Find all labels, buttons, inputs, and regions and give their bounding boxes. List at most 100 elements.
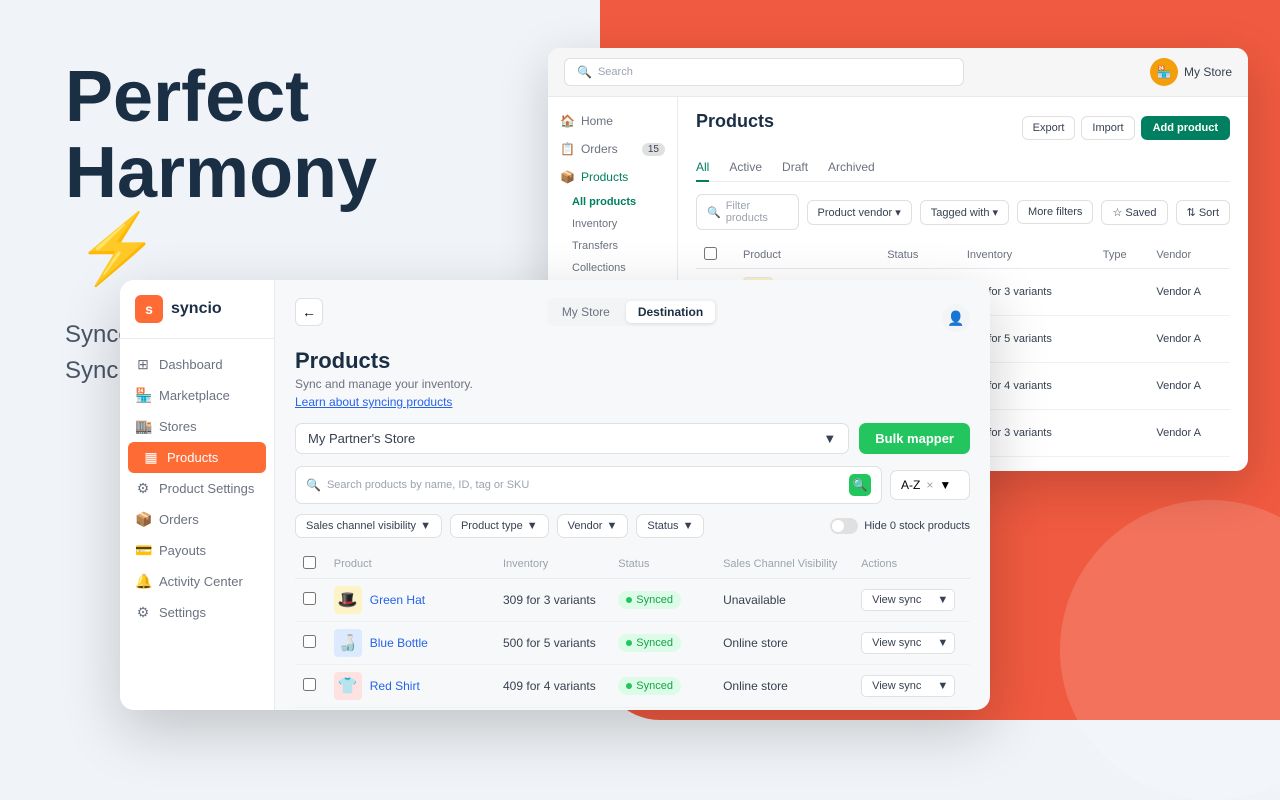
row-checkbox[interactable] bbox=[303, 592, 316, 605]
orders-badge: 15 bbox=[642, 143, 665, 156]
sh-tab-active[interactable]: Active bbox=[729, 154, 762, 182]
product-cell: 🍶 Blue Bottle bbox=[334, 629, 487, 657]
syncio-page-subtitle: Sync and manage your inventory. bbox=[295, 377, 970, 391]
sidebar-item-products[interactable]: ▦Products bbox=[128, 442, 266, 473]
sort-button[interactable]: ⇅ Sort bbox=[1176, 200, 1230, 225]
sh-tab-draft[interactable]: Draft bbox=[782, 154, 808, 182]
table-row: 👕 Red Shirt 409 for 4 variants Synced On… bbox=[295, 665, 970, 708]
bulk-mapper-button[interactable]: Bulk mapper bbox=[859, 423, 970, 454]
action-caret-button[interactable]: ▼ bbox=[931, 589, 955, 611]
search-icon: 🔍 bbox=[306, 478, 321, 492]
shopify-search-box[interactable]: 🔍 Search bbox=[564, 58, 964, 86]
product-cell: 🎩 Green Hat bbox=[334, 586, 487, 614]
store-selector-label: My Partner's Store bbox=[308, 431, 415, 446]
sidebar-item-payouts[interactable]: 💳Payouts bbox=[120, 535, 274, 566]
action-main-button[interactable]: View sync bbox=[861, 589, 931, 611]
store-tab-mystore[interactable]: My Store bbox=[550, 301, 622, 323]
sh-sidebar-orders[interactable]: 📋 Orders 15 bbox=[548, 135, 677, 163]
hero-title-text: Perfect Harmony bbox=[65, 57, 377, 213]
sh-sub-collections[interactable]: Collections bbox=[548, 257, 677, 279]
inventory-cell: 500 for 5 variants bbox=[495, 622, 610, 665]
product-name[interactable]: Blue Bottle bbox=[370, 636, 428, 650]
syncio-sidebar: s syncio ⊞Dashboard🏪Marketplace🏬Stores▦P… bbox=[120, 280, 275, 710]
sh-col-type: Type bbox=[1095, 242, 1149, 269]
back-button[interactable]: ← bbox=[295, 298, 323, 326]
sidebar-item-dashboard[interactable]: ⊞Dashboard bbox=[120, 349, 274, 380]
product-thumbnail: 👕 bbox=[334, 672, 362, 700]
action-caret-button[interactable]: ▼ bbox=[931, 632, 955, 654]
shopify-store-name: My Store bbox=[1184, 65, 1232, 79]
visibility-cell: Online store bbox=[715, 622, 853, 665]
action-caret-button[interactable]: ▼ bbox=[931, 675, 955, 697]
vendor-filter[interactable]: Vendor ▼ bbox=[557, 514, 629, 538]
product-name[interactable]: Green Hat bbox=[370, 593, 425, 607]
product-search-box[interactable]: 🔍 Search products by name, ID, tag or SK… bbox=[295, 466, 882, 504]
product-type-filter[interactable]: Product type ▼ bbox=[450, 514, 549, 538]
saved-button[interactable]: ☆ Saved bbox=[1101, 200, 1167, 225]
syncio-logo: s syncio bbox=[120, 295, 274, 339]
store-tab-destination[interactable]: Destination bbox=[626, 301, 715, 323]
sidebar-icon: 🔔 bbox=[135, 573, 151, 590]
action-buttons: View sync ▼ bbox=[861, 632, 962, 654]
sh-sidebar-products[interactable]: 📦 Products bbox=[548, 163, 677, 191]
select-all-checkbox[interactable] bbox=[303, 556, 316, 569]
sidebar-item-product-settings[interactable]: ⚙Product Settings bbox=[120, 473, 274, 504]
sh-sub-transfers[interactable]: Transfers bbox=[548, 235, 677, 257]
sh-filter-input[interactable]: 🔍 Filter products bbox=[696, 194, 799, 230]
col-status: Status bbox=[610, 550, 715, 579]
sh-sidebar-home[interactable]: 🏠 Home bbox=[548, 107, 677, 135]
table-row: 🎩 Green Hat 309 for 3 variants Synced Un… bbox=[295, 579, 970, 622]
products-icon: 📦 bbox=[560, 170, 575, 184]
status-filter[interactable]: Status ▼ bbox=[636, 514, 704, 538]
action-main-button[interactable]: View sync bbox=[861, 632, 931, 654]
sidebar-item-orders[interactable]: 📦Orders bbox=[120, 504, 274, 535]
inventory-cell: 409 for 4 variants bbox=[495, 665, 610, 708]
visibility-cell: Online store bbox=[715, 665, 853, 708]
product-vendor-filter[interactable]: Product vendor ▾ bbox=[807, 200, 912, 225]
learn-about-syncing-link[interactable]: Learn about syncing products bbox=[295, 395, 970, 409]
shopify-user: 🏪 My Store bbox=[1150, 58, 1232, 86]
table-row: 🍶 Blue Bottle 500 for 5 variants Synced … bbox=[295, 622, 970, 665]
sidebar-item-activity-center[interactable]: 🔔Activity Center bbox=[120, 566, 274, 597]
sidebar-item-stores[interactable]: 🏬Stores bbox=[120, 411, 274, 442]
sh-vendor-cell: Vendor A bbox=[1148, 269, 1230, 316]
hide-toggle: Hide 0 stock products bbox=[830, 518, 970, 534]
search-button[interactable]: 🔍 bbox=[849, 474, 871, 496]
status-dot bbox=[626, 597, 632, 603]
tagged-with-filter[interactable]: Tagged with ▾ bbox=[920, 200, 1009, 225]
sort-box[interactable]: A-Z × ▼ bbox=[890, 470, 970, 500]
product-name[interactable]: Red Shirt bbox=[370, 679, 420, 693]
sort-clear-icon[interactable]: × bbox=[926, 478, 933, 492]
import-button[interactable]: Import bbox=[1081, 116, 1134, 140]
sidebar-icon: ⚙ bbox=[135, 480, 151, 497]
sort-value: A-Z bbox=[901, 478, 920, 492]
sh-tab-all[interactable]: All bbox=[696, 154, 709, 182]
sh-select-all-checkbox[interactable] bbox=[704, 247, 717, 260]
sidebar-item-marketplace[interactable]: 🏪Marketplace bbox=[120, 380, 274, 411]
table-row: 💻 Purple Laptop 300 for 3 variants Not S… bbox=[295, 708, 970, 711]
sales-channel-filter[interactable]: Sales channel visibility ▼ bbox=[295, 514, 442, 538]
hero-title: Perfect Harmony ⚡ bbox=[65, 60, 490, 287]
search-row: 🔍 Search products by name, ID, tag or SK… bbox=[295, 466, 970, 504]
action-main-button[interactable]: View sync bbox=[861, 675, 931, 697]
sh-sub-inventory[interactable]: Inventory bbox=[548, 213, 677, 235]
sh-vendor-cell: Vendor A bbox=[1148, 363, 1230, 410]
store-selector[interactable]: My Partner's Store ▼ bbox=[295, 423, 849, 454]
export-button[interactable]: Export bbox=[1022, 116, 1076, 140]
sh-tab-archived[interactable]: Archived bbox=[828, 154, 875, 182]
sidebar-icon: ⊞ bbox=[135, 356, 151, 373]
more-filters-button[interactable]: More filters bbox=[1017, 200, 1093, 224]
col-visibility: Sales Channel Visibility bbox=[715, 550, 853, 579]
sidebar-icon: 💳 bbox=[135, 542, 151, 559]
add-product-button[interactable]: Add product bbox=[1141, 116, 1230, 140]
product-thumbnail: 🍶 bbox=[334, 629, 362, 657]
sh-col-product: Product bbox=[735, 242, 879, 269]
hide-toggle-switch[interactable] bbox=[830, 518, 858, 534]
profile-button[interactable]: 👤 bbox=[942, 304, 970, 332]
sh-type-cell bbox=[1095, 363, 1149, 410]
sh-sub-all-products[interactable]: All products bbox=[548, 191, 677, 213]
sh-col-status: Status bbox=[879, 242, 959, 269]
row-checkbox[interactable] bbox=[303, 678, 316, 691]
row-checkbox[interactable] bbox=[303, 635, 316, 648]
sidebar-item-settings[interactable]: ⚙Settings bbox=[120, 597, 274, 628]
